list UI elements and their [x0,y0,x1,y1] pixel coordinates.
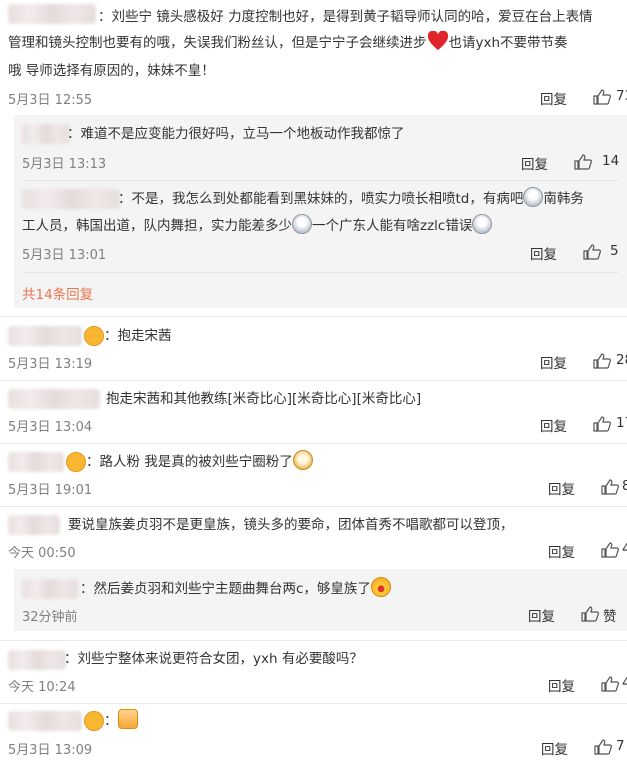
like-label[interactable]: 赞 [603,605,617,625]
comment-text: ： [104,708,138,734]
thumbs-up-emoji-icon [117,709,138,729]
comment-text: ：路人粉 我是真的被刘些宁圈粉了 [86,449,313,475]
comment-time: 5月3日 12:55 [8,93,93,108]
comment-time: 5月3日 13:09 [8,743,93,758]
reply-button[interactable]: 回复 [540,352,567,372]
divider [0,506,627,507]
blurred-username [8,389,100,409]
crying-laugh-face-icon [523,187,544,207]
reply-button[interactable]: 回复 [528,605,555,625]
crown-badge-icon [84,326,104,346]
blurred-username [8,326,82,346]
reply-button[interactable]: 回复 [521,153,548,173]
crying-laugh-face-icon [292,214,312,234]
heart-icon [427,30,448,51]
comment-text: ：刘些宁整体来说更符合女团，yxh 有必要酸吗？ [64,651,363,667]
blurred-username [8,515,60,535]
thumb-up-icon[interactable] [601,479,619,495]
reply-text: ：难道不是应变能力很好吗，立马一个地板动作我都惊了 [67,126,405,142]
divider [22,180,619,181]
reply-button[interactable]: 回复 [548,675,575,695]
shiba-dog-icon [292,450,313,470]
reply-text-line: 工人员，韩国出道，队内舞担，实力能差多少 一个广东人能有啥zzlc错误 [22,213,493,239]
reply-button[interactable]: 回复 [548,478,575,498]
reply-button[interactable]: 回复 [548,541,575,561]
reply-button[interactable]: 回复 [540,415,567,435]
like-count: 7 [616,738,625,754]
blurred-username [8,4,96,24]
blurred-username [8,650,66,670]
comment-time: 5月3日 13:04 [8,420,93,435]
thumb-up-icon[interactable] [593,416,611,432]
divider [0,316,627,317]
divider [22,272,619,273]
thumb-up-icon[interactable] [601,676,619,692]
thumb-up-icon[interactable] [594,739,612,755]
crown-badge-icon [84,711,104,731]
comment-text: ：抱走宋茜 [104,328,172,344]
crown-badge-icon [66,452,86,472]
like-count: 28 [616,352,627,368]
crying-laugh-face-icon [472,214,493,234]
comment-text-line: 哦 导师选择有原因的，妹妹不皇！ [8,63,215,79]
comment-text-line: ：刘些宁 镜头感极好 力度控制也好，是得到黄子韬导师认同的哈，爱豆在台上表情 [98,9,593,25]
blurred-username [8,452,64,472]
reply-time: 5月3日 13:13 [22,157,107,172]
comment-time: 5月3日 13:19 [8,357,93,372]
reply-time: 5月3日 13:01 [22,248,107,263]
comment-time: 今天 10:24 [8,680,76,695]
grinning-face-icon [370,577,391,597]
like-count: 17 [616,415,627,431]
thumb-up-icon[interactable] [601,542,619,558]
divider [0,703,627,704]
reply-text-line: ：不是，我怎么到处都能看到黑妹妹的，喷实力喷长相喷td，有病吧 南韩务 [118,186,584,212]
blurred-username [22,124,70,144]
comment-time: 5月3日 19:01 [8,483,93,498]
reply-text: ：然后姜贞羽和刘些宁主题曲舞台两c，够皇族了 [80,576,391,602]
comment-time: 今天 00:50 [8,546,76,561]
divider [0,640,627,641]
blurred-username [22,189,120,209]
thumb-up-icon[interactable] [593,89,611,105]
reply-time: 32分钟前 [22,610,78,625]
blurred-username [22,579,78,599]
comment-text: 要说皇族姜贞羽不是更皇族，镜头多的要命，团体首秀不唱歌都可以登顶， [68,517,514,533]
like-count: 14 [602,153,620,169]
reply-button[interactable]: 回复 [530,243,557,263]
more-replies-link[interactable]: 共14条回复 [22,283,93,303]
like-count: 73 [616,88,627,104]
like-count: 4 [622,675,627,691]
thumb-up-icon[interactable] [593,353,611,369]
like-count: 5 [610,243,619,259]
reply-button[interactable]: 回复 [541,738,568,758]
comment-text-line: 管理和镜头控制也要有的哦，失误我们粉丝认，但是宁宁子会继续进步 也请yxh不要带节… [8,30,568,56]
comment-text: 抱走宋茜和其他教练[米奇比心][米奇比心][米奇比心] [106,391,422,407]
blurred-username [8,711,82,731]
like-count: 8 [622,478,627,494]
divider [0,443,627,444]
divider [0,380,627,381]
like-count: 4 [622,541,627,557]
thumb-up-icon[interactable] [574,154,592,170]
reply-button[interactable]: 回复 [540,88,567,108]
thumb-up-icon[interactable] [581,606,599,622]
thumb-up-icon[interactable] [583,244,601,260]
